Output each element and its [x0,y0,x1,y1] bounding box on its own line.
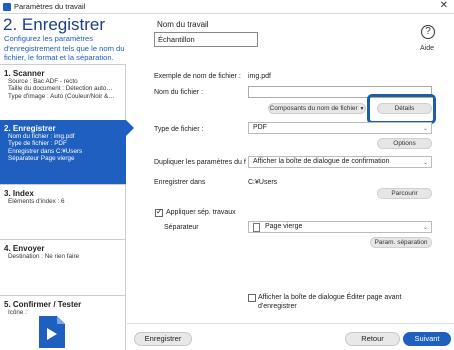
step-detail: Source : Bac ADF - recto [8,78,78,85]
sidebar: 1. Scanner Source : Bac ADF - recto Tail… [0,64,126,350]
step-title: 1. Scanner [4,69,45,78]
next-button[interactable]: Suivant [403,332,451,346]
save-button[interactable]: Enregistrer [134,332,192,346]
step-detail: Nom du fichier : img.pdf [8,133,75,140]
separator-label: Séparateur [164,224,199,231]
separator-select[interactable]: Page vierge ⌄ [248,221,432,233]
chevron-down-icon: ⌄ [422,160,428,166]
filename-components-label: Composants du nom de fichier [269,105,358,112]
step-detail: Destination : Ne rien faire [8,253,80,260]
sidebar-step-scanner[interactable]: 1. Scanner Source : Bac ADF - recto Tail… [0,64,126,118]
help-label[interactable]: Aide [420,45,434,52]
chevron-down-icon: ▼ [359,106,365,112]
close-icon[interactable]: ✕ [440,0,448,11]
filetype-value: PDF [253,124,267,131]
page-title: 2. Enregistrer [3,15,106,34]
show-edit-page-label-cont: d'enregistrer [258,303,297,310]
step-title: 4. Envoyer [4,244,45,253]
back-button[interactable]: Retour [345,332,400,346]
sidebar-step-save[interactable]: 2. Enregistrer Nom du fichier : img.pdf … [0,120,126,184]
separator-value: Page vierge [265,223,303,230]
details-highlight [367,94,436,124]
apply-separation-checkbox[interactable] [155,207,163,217]
step-detail: Taille du document : Détection auto… [8,85,113,93]
app-icon [3,3,11,11]
step-detail: Type de fichier : PDF [8,140,67,148]
active-step-arrow [126,120,134,136]
chevron-down-icon: ⌄ [422,225,428,231]
step-detail: Type d'image : Auto (Couleur/Noir &… [8,92,115,100]
save-in-label: Enregistrer dans [154,179,206,186]
step-title: 5. Confirmer / Tester [4,300,82,309]
step-detail: Icône : [8,309,27,316]
step-detail: Éléments d'index : 6 [8,198,65,205]
job-name-input[interactable]: Échantillon [154,32,258,47]
window-title: Paramètres du travail [14,2,86,11]
browse-button[interactable]: Parcourir [377,188,432,199]
filename-components-button[interactable]: Composants du nom de fichier ▼ [268,103,366,114]
chevron-down-icon: ⌄ [422,126,428,132]
step-detail: Enregistrer dans C:¥Users [8,147,83,155]
page-description: Configurez les paramètres d'enregistreme… [4,34,125,63]
sidebar-step-index[interactable]: 3. Index Éléments d'index : 6 [0,184,126,239]
show-edit-page-label: Afficher la boîte de dialogue Éditer pag… [258,294,402,301]
filename-example-label: Exemple de nom de fichier : [154,73,241,80]
title-bar: Paramètres du travail ✕ [0,0,454,14]
file-icon [39,316,65,348]
save-in-value: C:¥Users [248,179,278,186]
apply-separation-label: Appliquer sép. travaux [166,209,236,216]
filetype-select[interactable]: PDF ⌄ [248,122,432,134]
step-title: 3. Index [4,189,34,198]
duplicate-label: Dupliquer les paramètres du f [154,159,246,166]
filename-example-value: img.pdf [248,73,271,80]
show-edit-page-checkbox[interactable] [248,294,256,302]
job-name-label: Nom du travail [157,20,209,29]
filename-label: Nom du fichier : [154,89,204,96]
options-button[interactable]: Options [377,138,432,149]
duplicate-value: Afficher la boîte de dialogue de confirm… [253,158,390,165]
step-detail: Séparateur Page vierge [8,155,75,163]
help-icon[interactable]: ? [421,25,435,39]
page-icon [253,223,260,232]
filetype-label: Type de fichier : [154,126,204,133]
step-title: 2. Enregistrer [4,124,56,133]
duplicate-select[interactable]: Afficher la boîte de dialogue de confirm… [248,156,432,168]
sidebar-step-send[interactable]: 4. Envoyer Destination : Ne rien faire [0,239,126,295]
separator-params-button[interactable]: Param. séparation [370,237,432,248]
